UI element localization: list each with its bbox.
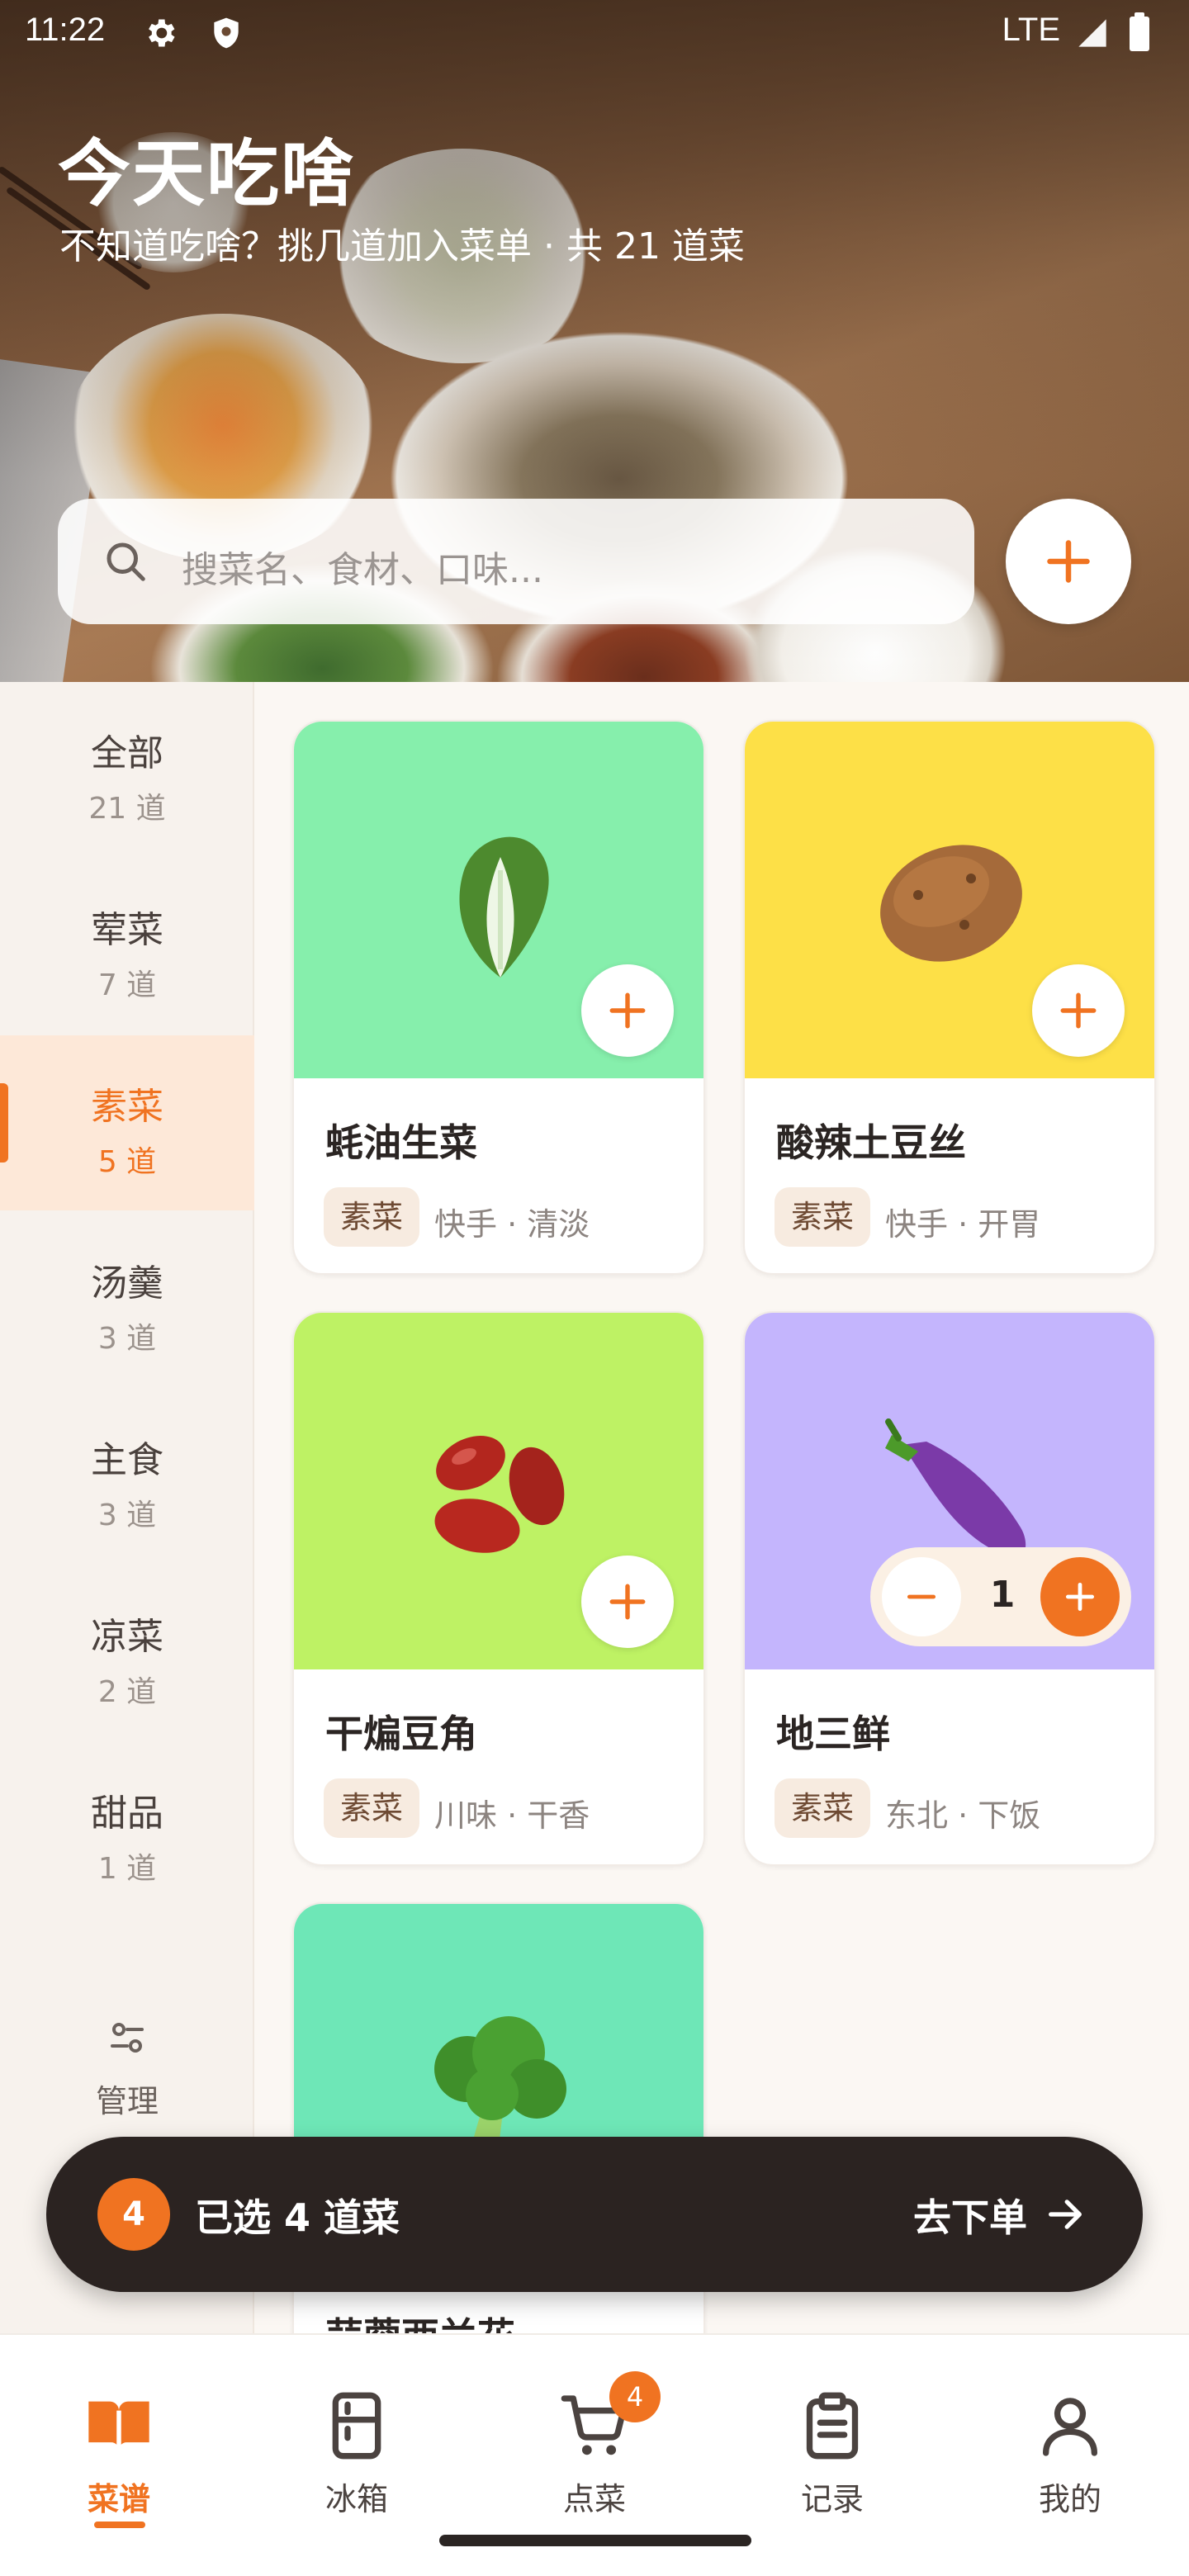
shield-icon <box>214 17 239 49</box>
tab-label: 菜谱 <box>87 2481 150 2517</box>
tab-label: 点菜 <box>562 2481 626 2517</box>
category-sidebar: 全部 21 道 荤菜 7 道 素菜 5 道 汤羹 3 道 主食 3 道 凉菜 2… <box>0 682 254 2333</box>
plus-icon <box>609 1584 646 1620</box>
dish-name: 地三鲜 <box>776 1712 890 1756</box>
category-count: 3 道 <box>97 1499 157 1532</box>
user-icon <box>1043 2398 1097 2456</box>
category-count: 2 道 <box>97 1675 157 1709</box>
category-name: 汤羹 <box>91 1262 163 1305</box>
status-time: 11:22 <box>25 12 106 48</box>
category-name: 全部 <box>91 732 163 774</box>
plus-icon <box>609 992 646 1029</box>
tab-badge: 4 <box>609 2371 661 2422</box>
dish-meta: 快手 · 开胃 <box>885 1206 1041 1243</box>
dish-tag: 素菜 <box>324 1778 420 1838</box>
quantity-stepper: 1 <box>870 1547 1131 1646</box>
manage-button[interactable]: 管理 <box>0 1982 254 2157</box>
category-meat[interactable]: 荤菜 7 道 <box>0 859 254 1034</box>
plus-icon <box>1047 540 1090 583</box>
sliders-icon <box>111 2023 144 2053</box>
dish-meta: 东北 · 下饭 <box>885 1797 1041 1834</box>
add-dish-button[interactable] <box>1006 499 1131 624</box>
category-name: 凉菜 <box>91 1616 163 1658</box>
dish-card[interactable]: 蚝油生菜 素菜 快手 · 清淡 <box>292 720 705 1275</box>
category-name: 素菜 <box>91 1086 163 1128</box>
category-name: 荤菜 <box>91 909 163 951</box>
dish-card[interactable]: 1 地三鲜 素菜 东北 · 下饭 <box>743 1311 1156 1866</box>
fridge-icon <box>332 2392 381 2460</box>
category-soup[interactable]: 汤羹 3 道 <box>0 1212 254 1387</box>
tab-fridge[interactable]: 冰箱 <box>274 2365 439 2530</box>
tab-label: 记录 <box>800 2481 864 2517</box>
category-name: 主食 <box>91 1439 163 1481</box>
page-subtitle: 不知道吃啥？挑几道加入菜单 · 共 21 道菜 <box>59 225 745 268</box>
category-cold[interactable]: 凉菜 2 道 <box>0 1565 254 1740</box>
tab-profile[interactable]: 我的 <box>988 2365 1153 2530</box>
category-all[interactable]: 全部 21 道 <box>0 682 254 857</box>
signal-icon <box>1078 19 1106 47</box>
book-icon <box>88 2401 149 2451</box>
search-input[interactable]: 搜菜名、食材、口味... <box>58 499 974 624</box>
eggplant-icon <box>885 1418 1026 1559</box>
status-bar: 11:22 LTE <box>0 0 1189 69</box>
category-count: 21 道 <box>88 792 166 826</box>
tab-label: 我的 <box>1038 2481 1101 2517</box>
dish-card[interactable]: 酸辣土豆丝 素菜 快手 · 开胃 <box>743 720 1156 1275</box>
cart-count-badge: 4 <box>97 2178 170 2251</box>
dish-tag: 素菜 <box>775 1778 871 1838</box>
decrease-button[interactable] <box>882 1557 961 1636</box>
quantity-value: 1 <box>989 1574 1016 1616</box>
search-placeholder: 搜菜名、食材、口味... <box>182 549 543 591</box>
dish-meta: 川味 · 干香 <box>434 1797 590 1834</box>
dish-name: 蚝油生菜 <box>325 1120 477 1165</box>
tab-records[interactable]: 记录 <box>750 2365 915 2530</box>
add-to-menu-button[interactable] <box>581 1556 674 1648</box>
dish-card[interactable]: 干煸豆角 素菜 川味 · 干香 <box>292 1311 705 1866</box>
increase-button[interactable] <box>1040 1557 1120 1636</box>
category-staple[interactable]: 主食 3 道 <box>0 1389 254 1564</box>
tab-order[interactable]: 4 点菜 <box>512 2365 677 2530</box>
arrow-right-icon <box>1049 2200 1082 2229</box>
category-name: 甜品 <box>91 1792 163 1835</box>
potato-icon <box>880 845 1022 962</box>
cart-summary-bar[interactable]: 4 已选 4 道菜 去下单 <box>46 2137 1143 2292</box>
dish-name: 干煸豆角 <box>325 1712 477 1756</box>
battery-icon <box>1130 12 1149 51</box>
checkout-button[interactable]: 去下单 <box>913 2188 1027 2242</box>
home-indicator[interactable] <box>439 2535 751 2546</box>
add-to-menu-button[interactable] <box>581 964 674 1057</box>
tab-label: 冰箱 <box>324 2481 388 2517</box>
category-vegetable[interactable]: 素菜 5 道 <box>0 1035 254 1210</box>
dish-meta: 快手 · 清淡 <box>434 1206 590 1243</box>
dish-tag: 素菜 <box>324 1187 420 1247</box>
category-count: 5 道 <box>97 1145 157 1179</box>
category-count: 7 道 <box>97 968 157 1002</box>
beans-icon <box>434 1436 565 1553</box>
category-dessert[interactable]: 甜品 1 道 <box>0 1742 254 1917</box>
page-title: 今天吃啥 <box>58 131 356 216</box>
dish-tag: 素菜 <box>775 1187 871 1247</box>
manage-label: 管理 <box>95 2083 159 2119</box>
lettuce-icon <box>459 836 549 978</box>
add-to-menu-button[interactable] <box>1032 964 1125 1057</box>
tab-active-indicator <box>94 2522 145 2528</box>
minus-icon <box>907 1594 936 1599</box>
category-count: 3 道 <box>97 1322 157 1356</box>
category-count: 1 道 <box>97 1852 157 1886</box>
clipboard-icon <box>806 2392 859 2460</box>
tab-recipes[interactable]: 菜谱 <box>36 2365 201 2530</box>
search-icon <box>107 542 145 581</box>
plus-icon <box>1060 992 1097 1029</box>
gear-icon <box>149 19 175 47</box>
cart-selected-text: 已选 4 道菜 <box>195 2195 400 2240</box>
dish-name: 酸辣土豆丝 <box>776 1120 966 1165</box>
dish-card[interactable]: 蒜蓉西兰花 <box>292 1902 705 2365</box>
network-type: LTE <box>1002 12 1060 48</box>
plus-icon <box>1065 1582 1095 1612</box>
